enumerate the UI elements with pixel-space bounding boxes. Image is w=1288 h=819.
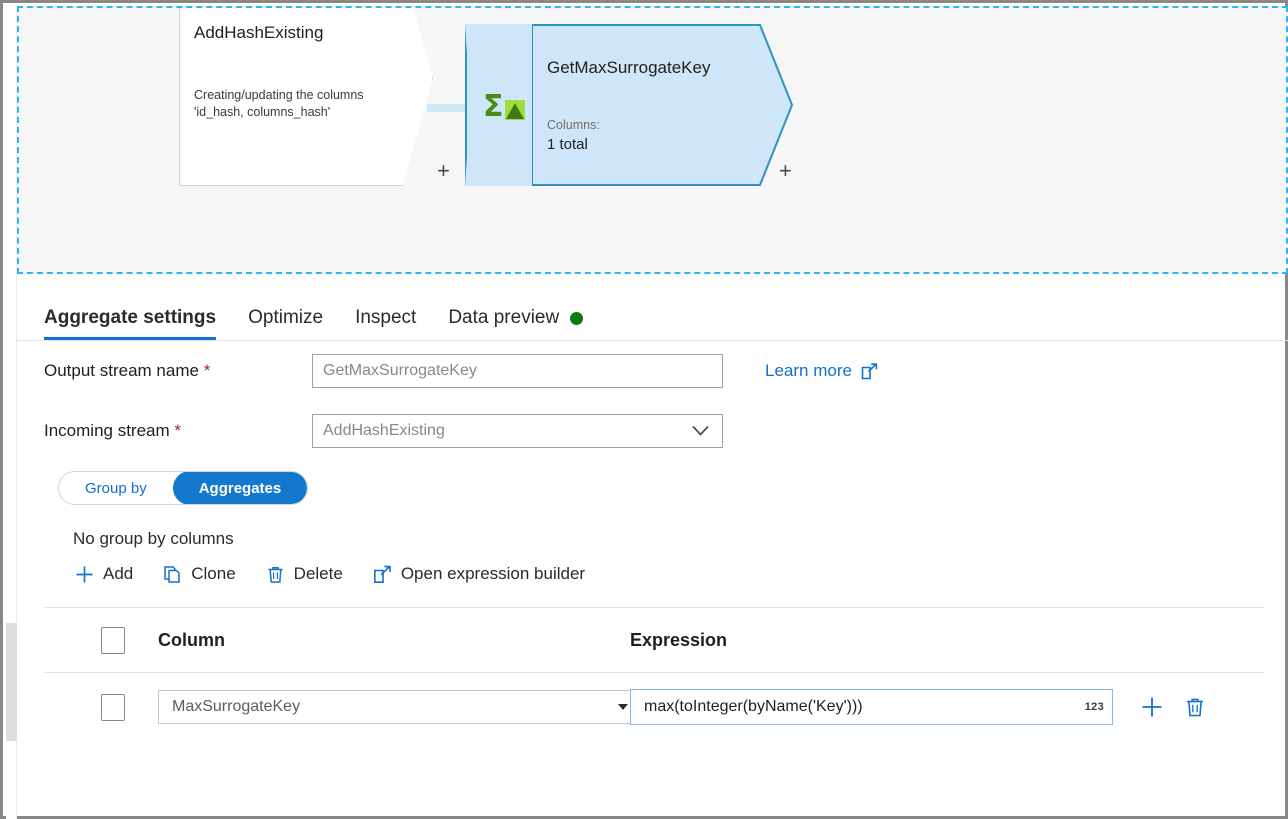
column-actions-toolbar: Add Clone [17,559,1288,589]
label-text: Incoming stream [44,421,170,440]
panel-scrollbar[interactable] [6,6,17,819]
tab-label: Data preview [448,307,559,329]
button-label: Delete [294,564,343,584]
delete-button[interactable]: Delete [258,559,351,589]
aggregate-columns-grid: Column Expression MaxSurrogateKey max(to… [17,607,1288,741]
node-columns-value: 1 total [547,136,767,154]
expression-value: max(toInteger(byName('Key'))) [644,698,1079,716]
chevron-down-icon [691,425,710,438]
caret-down-icon [618,704,628,710]
node-description-line-1: Creating/updating the columns [194,87,432,104]
output-stream-name-label: Output stream name * [44,361,312,381]
delete-row-button[interactable] [1183,695,1207,719]
node-description: Creating/updating the columns 'id_hash, … [194,87,432,121]
button-label: Open expression builder [401,564,585,584]
plus-icon [75,565,94,584]
node-title: GetMaxSurrogateKey [547,58,767,78]
external-link-icon [373,565,392,584]
toggle-option-group-by[interactable]: Group by [59,471,173,505]
open-expression-builder-button[interactable]: Open expression builder [365,559,593,589]
row-column-cell: MaxSurrogateKey [125,690,630,724]
dataflow-canvas[interactable]: AddHashExisting Creating/updating the co… [17,6,1288,274]
button-label: Add [103,564,133,584]
row-action-buttons [1113,695,1207,719]
incoming-stream-label: Incoming stream * [44,421,312,441]
add-transformation-after-getmaxsurrogatekey-button[interactable]: + [779,160,792,182]
node-columns-label: Columns: [547,117,767,133]
tab-data-preview[interactable]: Data preview [448,307,583,340]
add-button[interactable]: Add [67,559,141,589]
tab-inspect[interactable]: Inspect [355,307,416,340]
node-text-block: GetMaxSurrogateKey Columns: 1 total [547,58,767,154]
required-marker: * [174,421,181,440]
groupby-aggregates-toggle-row: Group by Aggregates [17,471,1288,505]
button-label: Clone [191,564,235,584]
add-transformation-after-addhashexisting-button[interactable]: + [437,160,450,182]
tab-label: Optimize [248,307,323,329]
toggle-option-aggregates[interactable]: Aggregates [173,471,308,505]
label-text: Output stream name [44,361,199,380]
add-row-button[interactable] [1140,695,1164,719]
column-name-value: MaxSurrogateKey [172,698,300,716]
tab-aggregate-settings[interactable]: Aggregate settings [44,307,216,340]
required-marker: * [204,361,211,380]
svg-text:Σ: Σ [483,89,504,124]
select-all-checkbox[interactable] [101,627,125,654]
grid-header-row: Column Expression [44,608,1264,672]
learn-more-link[interactable]: Learn more [765,361,878,381]
dataflow-node-getmaxsurrogatekey[interactable]: Σ GetMaxSurrogateKey Columns: 1 total [465,24,793,186]
row-checkbox[interactable] [101,694,125,721]
node-icon-panel: Σ [465,24,533,186]
output-stream-name-row: Output stream name * GetMaxSurrogateKey … [17,341,1288,401]
group-by-status-text: No group by columns [17,529,1288,549]
tab-optimize[interactable]: Optimize [248,307,323,340]
aggregate-transformation-window: AddHashExisting Creating/updating the co… [0,0,1288,819]
dataflow-node-addhashexisting[interactable]: AddHashExisting Creating/updating the co… [179,6,433,186]
panel-scrollbar-thumb[interactable] [6,623,17,741]
tab-label: Inspect [355,307,416,329]
status-dot-icon [570,312,583,325]
incoming-stream-row: Incoming stream * AddHashExisting [17,401,1288,461]
table-row: MaxSurrogateKey max(toInteger(byName('Ke… [44,673,1264,741]
external-link-icon [861,363,878,380]
tab-label: Aggregate settings [44,307,216,329]
node-title: AddHashExisting [194,23,432,43]
settings-tab-bar: Aggregate settings Optimize Inspect Data… [17,279,1288,341]
trash-icon [266,565,285,584]
clone-button[interactable]: Clone [155,559,243,589]
output-stream-name-input[interactable]: GetMaxSurrogateKey [312,354,723,388]
column-header-expression: Expression [630,630,727,651]
learn-more-label: Learn more [765,361,852,381]
incoming-stream-value: AddHashExisting [323,422,445,440]
copy-icon [163,565,182,584]
groupby-aggregates-toggle[interactable]: Group by Aggregates [58,471,308,505]
aggregate-sigma-icon: Σ [483,86,527,124]
expression-type-badge: 123 [1079,701,1104,713]
column-name-select[interactable]: MaxSurrogateKey [158,690,641,724]
node-description-line-2: 'id_hash, columns_hash' [194,104,432,121]
expression-input[interactable]: max(toInteger(byName('Key'))) 123 [630,689,1113,725]
row-expression-cell: max(toInteger(byName('Key'))) 123 [630,689,1113,725]
aggregate-settings-form: Output stream name * GetMaxSurrogateKey … [17,341,1288,741]
incoming-stream-select[interactable]: AddHashExisting [312,414,723,448]
column-header-column: Column [125,630,630,651]
